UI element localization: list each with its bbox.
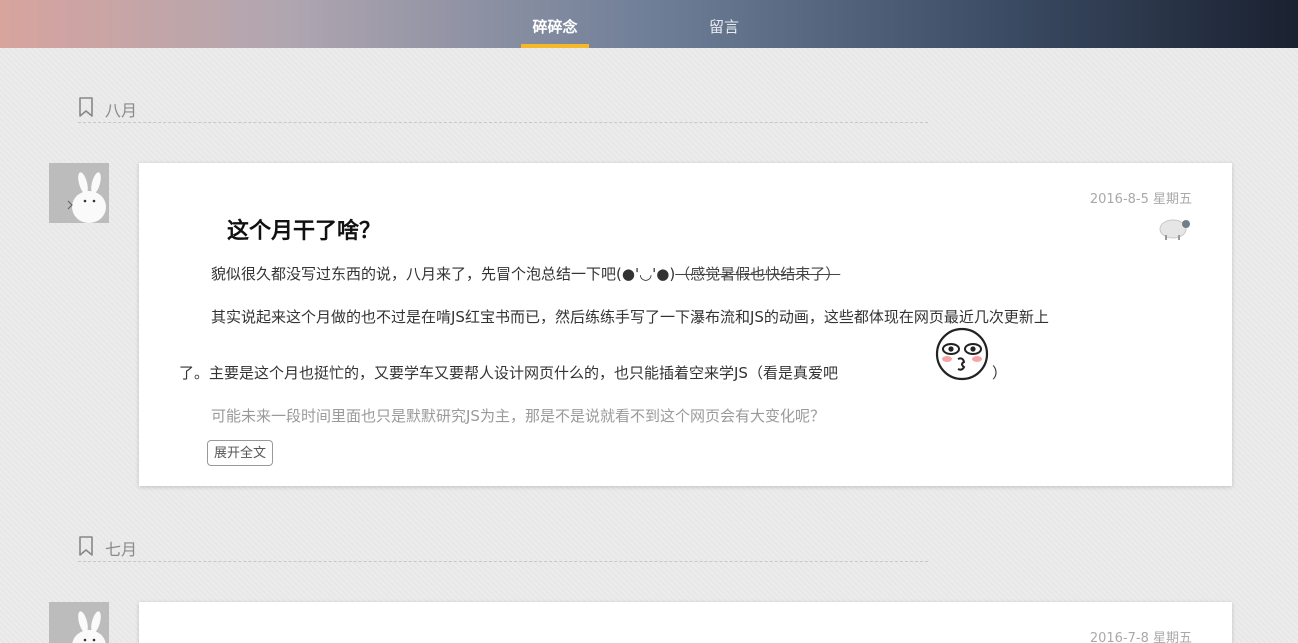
paragraph-2-line-2-text: 了。主要是这个月也挺忙的，又要学车又要帮人设计网页什么的，也只能插着空来学JS（… [179, 364, 838, 382]
paragraph-1-strikethrough: （感觉暑假也快结束了） [675, 265, 841, 283]
paragraph-1-text: 貌似很久都没写过东西的说，八月来了，先冒个泡总结一下吧(●'◡'●) [211, 265, 676, 283]
post-paragraph-2-line-1: 其实说起来这个月做的也不过是在啃JS红宝书而已，然后练练手写了一下瀑布流和JS的… [211, 308, 1049, 326]
post-card: 2016-8-5 星期五 这个月干了啥？ 貌似很久都没写过东西的说，八月来了，先… [139, 163, 1232, 486]
month-header-july: 七月 [78, 534, 928, 562]
month-header-august: 八月 [78, 95, 928, 123]
top-nav-bar: 碎碎念 留言 [0, 0, 1298, 48]
nav-tab-murmurs[interactable]: 碎碎念 [521, 0, 589, 48]
nav-tab-murmurs-label: 碎碎念 [532, 18, 578, 36]
rabbit-icon [49, 163, 109, 223]
blushing-face-emoji [935, 327, 989, 381]
nav-tab-messages-label: 留言 [708, 18, 739, 36]
rabbit-avatar[interactable] [49, 163, 109, 223]
post-paragraph-2-line-2: 了。主要是这个月也挺忙的，又要学车又要帮人设计网页什么的，也只能插着空来学JS（… [179, 362, 838, 383]
sheep-icon [1159, 219, 1190, 240]
bookmark-icon [79, 97, 93, 117]
rabbit-avatar[interactable] [49, 602, 109, 643]
post-date: 2016-7-8 星期五 [1089, 631, 1192, 643]
post-date: 2016-8-5 星期五 [1089, 192, 1192, 207]
post-card: 2016-7-8 星期五 [139, 602, 1232, 643]
post-title: 这个月干了啥？ [227, 219, 382, 244]
month-label: 七月 [105, 540, 138, 559]
bookmark-icon [79, 536, 93, 556]
nav-tab-messages[interactable]: 留言 [695, 0, 753, 48]
month-label: 八月 [105, 101, 138, 120]
expand-full-text-button[interactable]: 展开全文 [207, 440, 274, 466]
post-paragraph-3: 可能未来一段时间里面也只是默默研究JS为主，那是不是说就看不到这个网页会有大变化… [211, 407, 825, 425]
active-tab-indicator [521, 44, 589, 48]
post-paragraph-1: 貌似很久都没写过东西的说，八月来了，先冒个泡总结一下吧(●'◡'●)（感觉暑假也… [211, 263, 840, 284]
rabbit-icon [49, 602, 109, 643]
paragraph-2-tail: ） [992, 364, 1008, 382]
